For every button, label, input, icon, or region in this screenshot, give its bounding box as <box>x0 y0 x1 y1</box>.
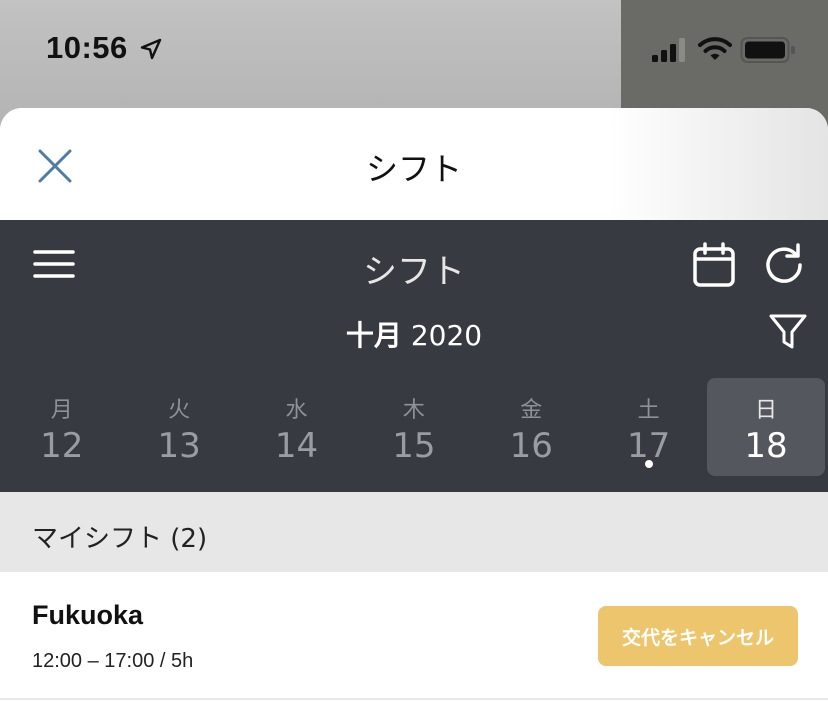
year-label: 2020 <box>410 319 483 352</box>
cellular-signal-icon <box>652 38 685 62</box>
sheet-title: シフト <box>365 150 462 188</box>
status-time: 10:56 <box>46 30 128 65</box>
cancel-swap-button[interactable]: 交代をキャンセル <box>598 606 798 666</box>
event-dot <box>644 460 653 468</box>
weekday-label: 木 <box>402 398 425 423</box>
day-number: 14 <box>274 426 319 466</box>
weekday-label: 水 <box>285 398 308 423</box>
calendar-icon[interactable] <box>692 242 736 288</box>
weekday-label: 金 <box>520 398 543 423</box>
location-arrow-icon <box>140 38 162 60</box>
shift-list-item[interactable]: Fukuoka 12:00 – 17:00 / 5h 交代をキャンセル <box>0 572 828 700</box>
day-cell[interactable]: 木 15 <box>355 378 472 476</box>
weekday-label: 月 <box>50 398 73 423</box>
shift-sheet: シフト シフト 十月 2020 月 12 火 13 水 14 木 15 金 16… <box>0 108 828 717</box>
battery-icon <box>740 37 795 63</box>
status-bar: 10:56 <box>0 0 828 100</box>
refresh-icon[interactable] <box>762 242 808 288</box>
day-number: 12 <box>40 426 84 466</box>
wifi-icon <box>698 37 732 60</box>
day-number: 16 <box>509 426 553 466</box>
sheet-header: シフト <box>0 108 828 220</box>
day-cell[interactable]: 金 16 <box>473 378 590 476</box>
day-cell-selected[interactable]: 日 18 <box>707 378 825 476</box>
shift-location: Fukuoka <box>32 600 144 630</box>
app-nav-bar: シフト 十月 2020 月 12 火 13 水 14 木 15 金 16 土 1… <box>0 220 828 492</box>
day-number: 18 <box>744 426 788 466</box>
weekday-label: 火 <box>168 398 191 423</box>
weekday-label: 土 <box>637 398 660 423</box>
day-number: 13 <box>157 426 201 466</box>
section-header: マイシフト (2) <box>0 492 828 572</box>
weekday-label: 日 <box>755 398 778 423</box>
week-strip: 月 12 火 13 水 14 木 15 金 16 土 17 日 18 <box>3 378 825 476</box>
shift-time: 12:00 – 17:00 / 5h <box>32 650 194 672</box>
day-cell[interactable]: 火 13 <box>120 378 237 476</box>
day-cell[interactable]: 水 14 <box>238 378 355 476</box>
filter-icon[interactable] <box>768 312 808 352</box>
month-year-label[interactable]: 十月 2020 <box>0 314 828 354</box>
day-cell[interactable]: 土 17 <box>590 378 707 476</box>
month-label: 十月 <box>345 319 402 352</box>
day-cell[interactable]: 月 12 <box>3 378 120 476</box>
day-number: 15 <box>392 426 436 466</box>
